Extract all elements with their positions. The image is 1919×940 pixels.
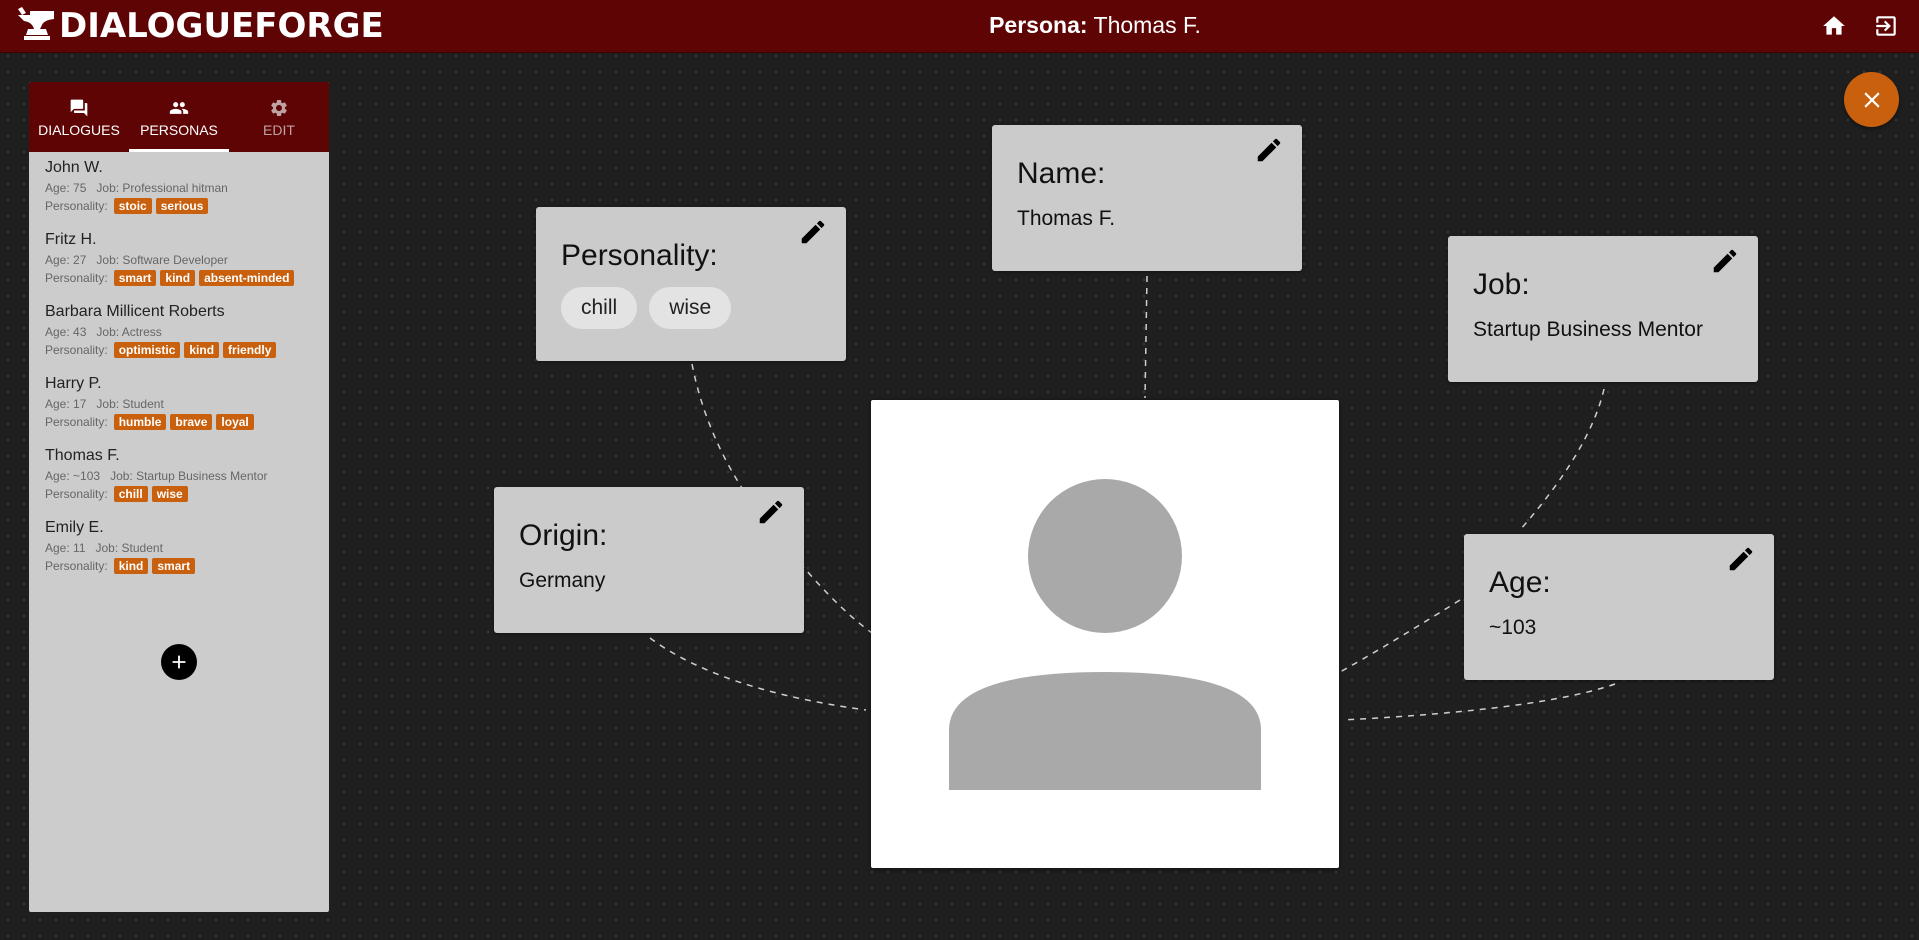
personality-chip: wise — [649, 287, 732, 329]
edit-origin-button[interactable] — [756, 497, 786, 527]
pencil-icon — [1729, 547, 1753, 571]
edit-personality-button[interactable] — [798, 217, 828, 247]
name-card: Name: Thomas F. — [992, 125, 1302, 271]
edit-name-button[interactable] — [1254, 135, 1284, 165]
origin-card: Origin: Germany — [494, 487, 804, 633]
edit-age-button[interactable] — [1726, 544, 1756, 574]
name-card-value: Thomas F. — [1017, 207, 1116, 230]
pencil-icon — [759, 500, 783, 524]
age-card-label: Age: — [1489, 566, 1551, 599]
personality-chips: chill wise — [561, 287, 821, 329]
age-card: Age: ~103 — [1464, 534, 1774, 680]
personality-card: Personality: chill wise — [536, 207, 846, 361]
close-icon — [1863, 91, 1880, 108]
pencil-icon — [1713, 249, 1737, 273]
job-card: Job: Startup Business Mentor — [1448, 236, 1758, 382]
edit-job-button[interactable] — [1710, 246, 1740, 276]
person-placeholder-icon — [949, 479, 1261, 790]
pencil-icon — [1257, 138, 1281, 162]
age-card-value: ~103 — [1489, 616, 1537, 639]
origin-card-value: Germany — [519, 569, 606, 592]
name-card-label: Name: — [1017, 157, 1106, 190]
job-card-label: Job: — [1473, 268, 1530, 301]
personality-card-label: Personality: — [561, 239, 718, 272]
pencil-icon — [801, 220, 825, 244]
persona-avatar[interactable] — [871, 400, 1339, 868]
origin-card-label: Origin: — [519, 519, 608, 552]
personality-chip: chill — [561, 287, 638, 329]
job-card-value: Startup Business Mentor — [1473, 318, 1703, 341]
close-button[interactable] — [1844, 72, 1899, 127]
